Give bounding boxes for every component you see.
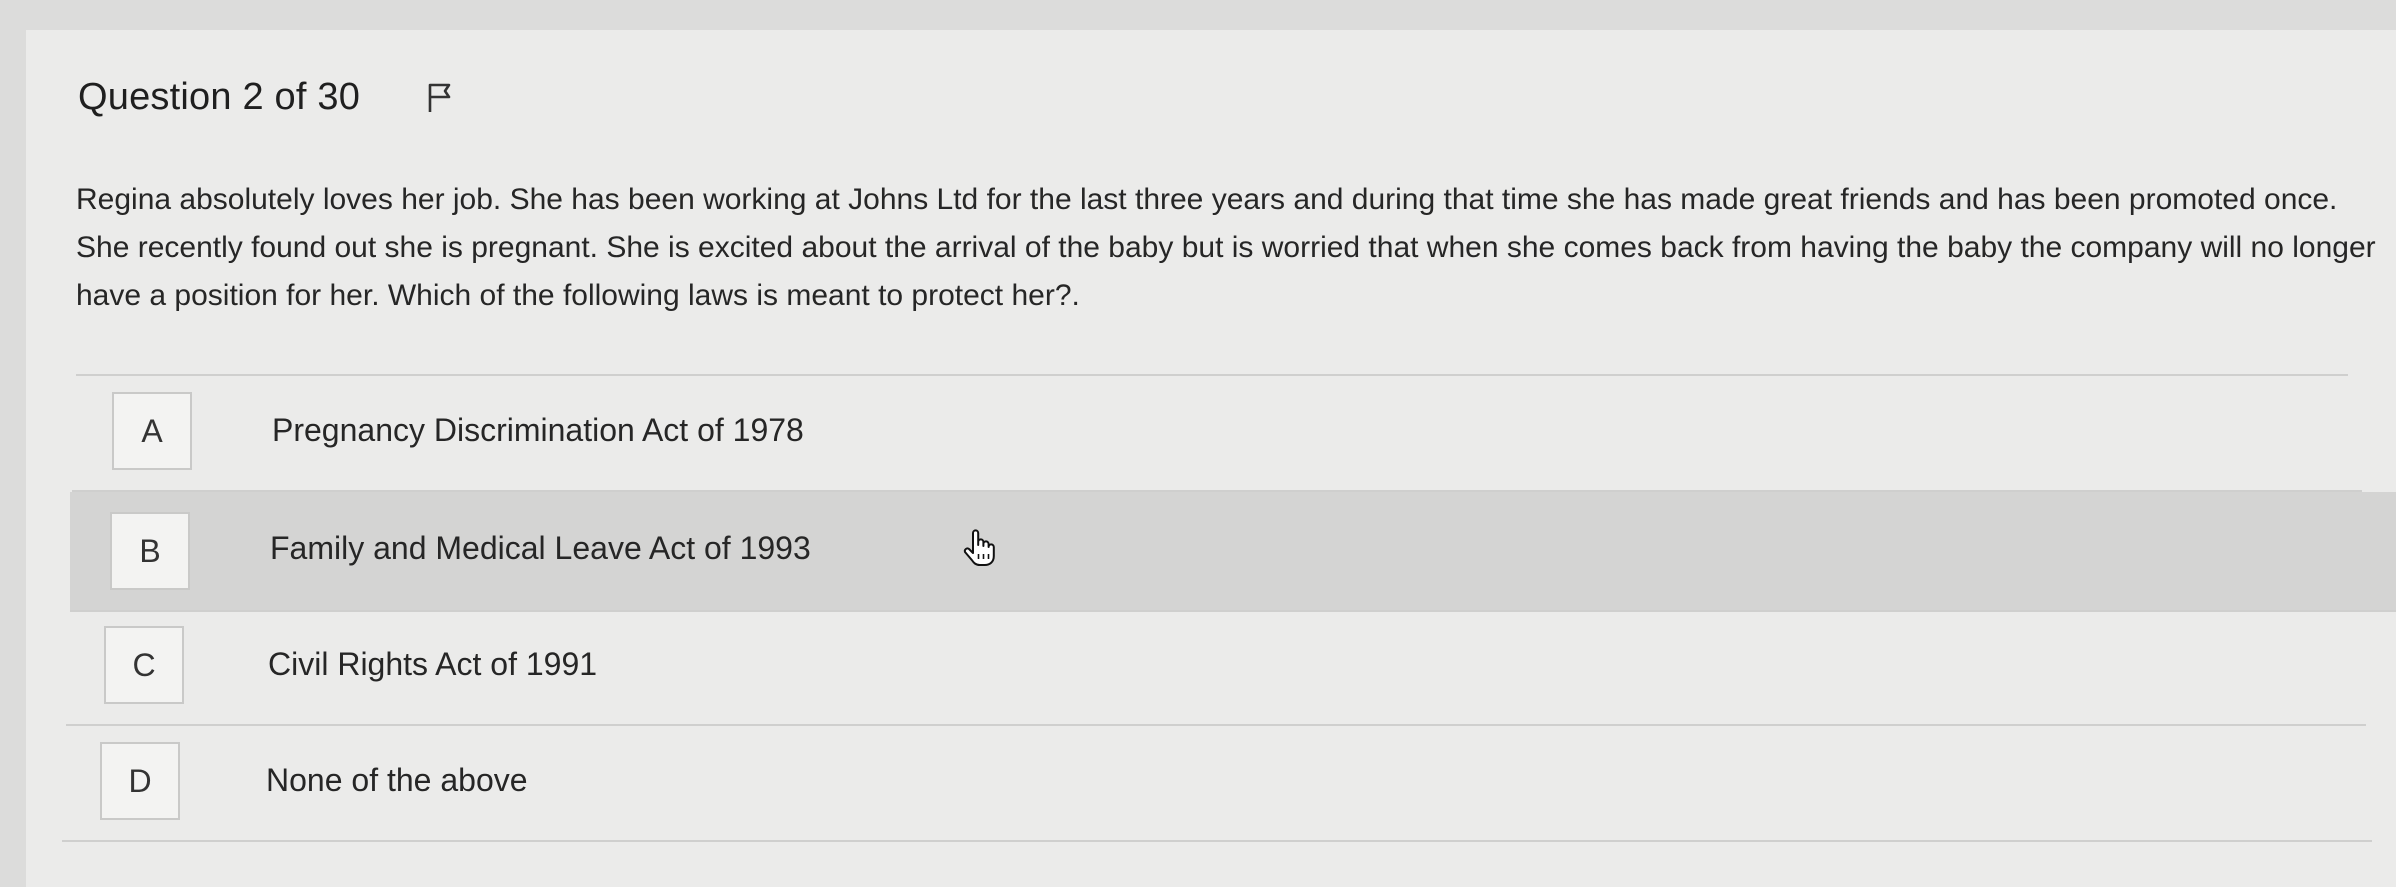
option-letter: A <box>112 392 192 470</box>
divider <box>66 724 2366 726</box>
option-d[interactable]: D None of the above <box>62 728 2362 838</box>
question-number: Question 2 of 30 <box>78 76 361 118</box>
question-header: Question 2 of 30 <box>78 76 460 119</box>
option-text: Pregnancy Discrimination Act of 1978 <box>272 412 804 448</box>
option-a[interactable]: A Pregnancy Discrimination Act of 1978 <box>72 378 2352 488</box>
option-text: None of the above <box>266 762 528 798</box>
option-b[interactable]: B Family and Medical Leave Act of 1993 <box>70 492 2396 610</box>
option-letter: C <box>104 626 184 704</box>
option-letter: B <box>110 512 190 590</box>
divider <box>62 840 2372 842</box>
option-text: Family and Medical Leave Act of 1993 <box>270 530 811 566</box>
hand-pointer-icon <box>963 529 995 566</box>
option-c[interactable]: C Civil Rights Act of 1991 <box>66 612 2366 722</box>
flag-button[interactable] <box>420 78 460 118</box>
option-text: Civil Rights Act of 1991 <box>268 646 598 682</box>
option-letter: D <box>100 742 180 820</box>
question-prompt: Regina absolutely loves her job. She has… <box>76 183 2376 312</box>
flag-icon <box>428 83 451 112</box>
divider <box>76 374 2348 376</box>
